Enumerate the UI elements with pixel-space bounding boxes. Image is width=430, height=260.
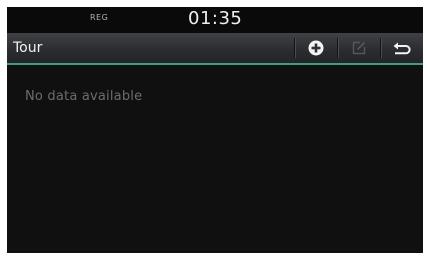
edit-button[interactable] [337,33,380,63]
edit-icon [352,41,366,55]
plus-circle-icon [308,40,324,56]
clock: 01:35 [188,8,243,29]
page-title: Tour [13,40,43,56]
status-bar: REG 01:35 [7,7,423,33]
empty-state-message: No data available [25,89,143,104]
back-arrow-icon [392,41,412,55]
add-button[interactable] [294,33,337,63]
back-button[interactable] [380,33,423,63]
head-unit-screen: REG 01:35 Tour No data available [7,7,423,253]
tour-list-area: No data available [7,65,423,253]
title-bar: Tour [7,33,423,65]
radio-mode-indicator: REG [90,13,109,22]
